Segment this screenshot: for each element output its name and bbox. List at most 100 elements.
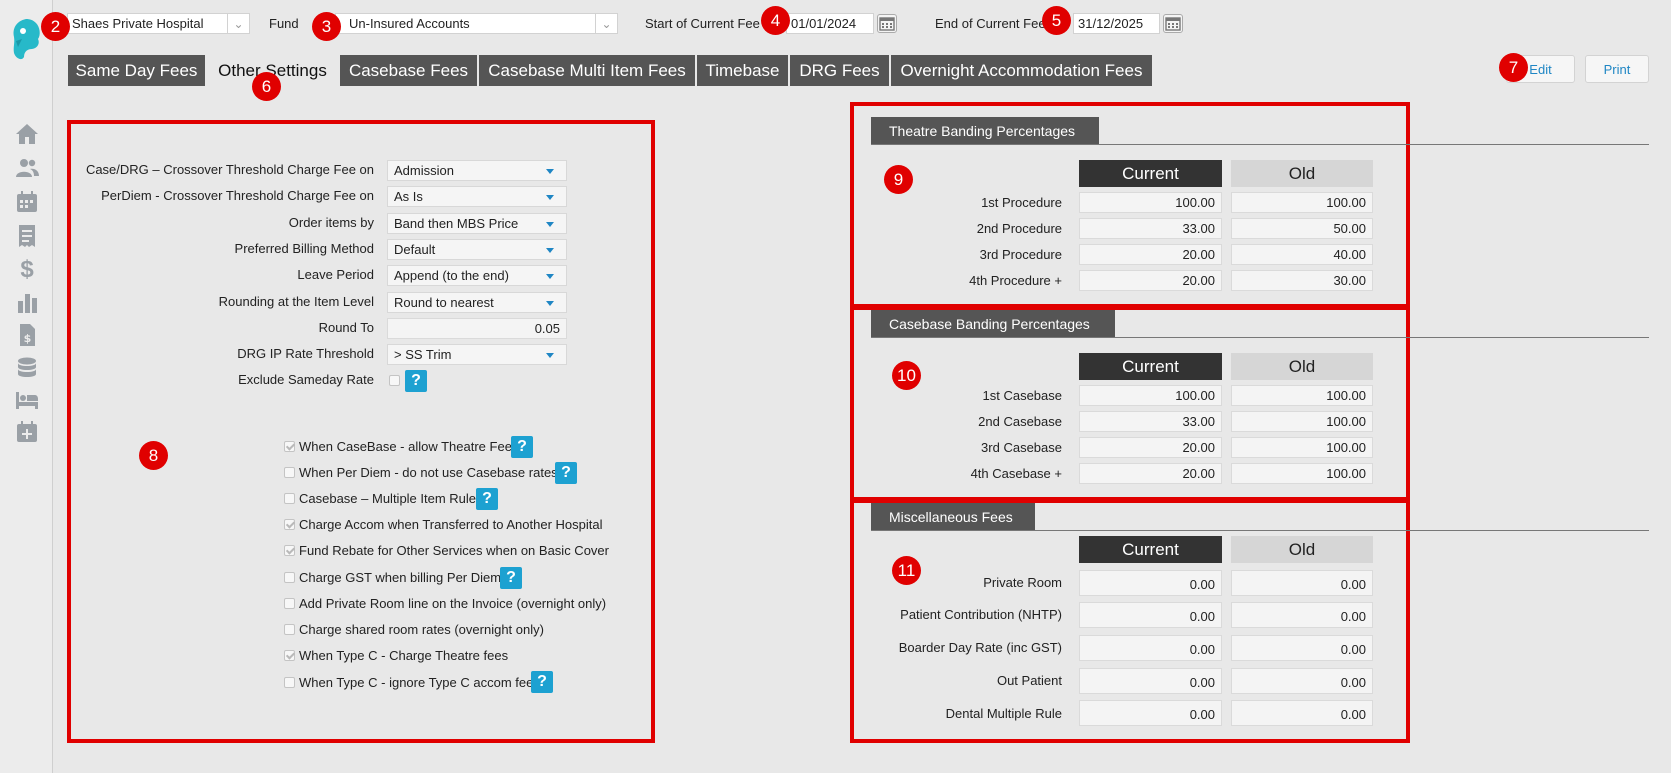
casebase-section-title: Casebase Banding Percentages: [871, 310, 1115, 337]
help-icon[interactable]: ?: [555, 462, 577, 484]
help-icon[interactable]: ?: [511, 436, 533, 458]
dollar-icon[interactable]: $: [14, 258, 40, 282]
casebase-old-input[interactable]: 100.00: [1231, 463, 1373, 484]
checkbox-perdiem-no-casebase[interactable]: [284, 467, 295, 478]
theatre-old-input[interactable]: 100.00: [1231, 192, 1373, 213]
fund-label: Fund: [269, 16, 299, 31]
annotation-badge: 8: [139, 441, 168, 470]
setting-label: Round To: [318, 320, 374, 335]
round-to-input[interactable]: 0.05: [387, 318, 567, 339]
checkbox-fund-rebate-basic[interactable]: [284, 545, 295, 556]
tab-drg-fees[interactable]: DRG Fees: [790, 55, 890, 86]
calendar-icon[interactable]: [877, 14, 897, 33]
theatre-current-input[interactable]: 100.00: [1079, 192, 1222, 213]
annotation-badge: 4: [761, 6, 790, 35]
misc-old-input[interactable]: 0.00: [1231, 668, 1373, 694]
end-fee-label: End of Current Fee: [935, 16, 1046, 31]
misc-row-label: Patient Contribution (NHTP): [900, 607, 1062, 622]
checkbox-label: Casebase – Multiple Item Rule: [299, 491, 477, 506]
fund-select[interactable]: Un-Insured Accounts ⌄: [335, 13, 618, 34]
order-items-select[interactable]: Band then MBS Price: [387, 213, 567, 234]
theatre-current-header: Current: [1079, 160, 1222, 187]
misc-old-input[interactable]: 0.00: [1231, 570, 1373, 596]
misc-old-input[interactable]: 0.00: [1231, 635, 1373, 661]
casebase-current-input[interactable]: 20.00: [1079, 463, 1222, 484]
checkbox-casebase-multiple-item[interactable]: [284, 493, 295, 504]
theatre-current-input[interactable]: 20.00: [1079, 270, 1222, 291]
help-icon[interactable]: ?: [500, 567, 522, 589]
bar-chart-icon[interactable]: [14, 290, 40, 314]
casebase-current-input[interactable]: 33.00: [1079, 411, 1222, 432]
print-button[interactable]: Print: [1585, 55, 1649, 83]
tab-casebase-fees[interactable]: Casebase Fees: [340, 55, 478, 86]
calendar-icon[interactable]: [1163, 14, 1183, 33]
tab-casebase-multi-item-fees[interactable]: Casebase Multi Item Fees: [479, 55, 696, 86]
casebase-old-input[interactable]: 100.00: [1231, 411, 1373, 432]
checkbox-label: When CaseBase - allow Theatre Fee: [299, 439, 512, 454]
misc-row-label: Private Room: [983, 575, 1062, 590]
misc-current-input[interactable]: 0.00: [1079, 570, 1222, 596]
database-icon[interactable]: [14, 356, 40, 380]
help-icon[interactable]: ?: [476, 488, 498, 510]
theatre-row-label: 3rd Procedure: [979, 247, 1062, 262]
invoice-icon[interactable]: $: [14, 323, 40, 347]
rounding-item-level-select[interactable]: Round to nearest: [387, 292, 567, 313]
tab-same-day-fees[interactable]: Same Day Fees: [68, 55, 206, 86]
end-fee-date-input[interactable]: 31/12/2025: [1073, 13, 1160, 34]
fund-select-value: Un-Insured Accounts: [349, 16, 470, 31]
misc-current-input[interactable]: 0.00: [1079, 602, 1222, 628]
theatre-current-input[interactable]: 33.00: [1079, 218, 1222, 239]
annotation-badge: 9: [884, 165, 913, 194]
calendar-add-icon[interactable]: [14, 420, 40, 444]
start-fee-date-input[interactable]: 01/01/2024: [786, 13, 874, 34]
theatre-old-input[interactable]: 30.00: [1231, 270, 1373, 291]
casebase-current-input[interactable]: 100.00: [1079, 385, 1222, 406]
hospital-select[interactable]: Shaes Private Hospital ⌄: [67, 13, 250, 34]
help-icon[interactable]: ?: [405, 370, 427, 392]
misc-old-input[interactable]: 0.00: [1231, 602, 1373, 628]
casebase-old-input[interactable]: 100.00: [1231, 437, 1373, 458]
bed-icon[interactable]: [14, 388, 40, 412]
receipt-icon[interactable]: [14, 224, 40, 248]
misc-current-input[interactable]: 0.00: [1079, 668, 1222, 694]
users-icon[interactable]: [14, 156, 40, 180]
exclude-sameday-checkbox[interactable]: [389, 375, 400, 386]
section-divider: [871, 337, 1649, 338]
checkbox-charge-gst-perdiem[interactable]: [284, 572, 295, 583]
theatre-old-input[interactable]: 50.00: [1231, 218, 1373, 239]
misc-current-input[interactable]: 0.00: [1079, 635, 1222, 661]
caret-down-icon: [546, 248, 554, 253]
theatre-old-input[interactable]: 40.00: [1231, 244, 1373, 265]
setting-label: DRG IP Rate Threshold: [237, 346, 374, 361]
misc-old-input[interactable]: 0.00: [1231, 700, 1373, 726]
checkbox-casebase-allow-theatre[interactable]: [284, 441, 295, 452]
caret-down-icon: [546, 301, 554, 306]
theatre-row-label: 1st Procedure: [981, 195, 1062, 210]
setting-label: Preferred Billing Method: [234, 241, 374, 256]
select-value: Round to nearest: [394, 295, 494, 310]
leave-period-select[interactable]: Append (to the end): [387, 265, 567, 286]
casebase-row-label: 1st Casebase: [982, 388, 1063, 403]
billing-method-select[interactable]: Default: [387, 239, 567, 260]
tab-timebase[interactable]: Timebase: [697, 55, 789, 86]
misc-current-input[interactable]: 0.00: [1079, 700, 1222, 726]
drg-ip-threshold-select[interactable]: > SS Trim: [387, 344, 567, 365]
calendar-icon[interactable]: [14, 190, 40, 214]
checkbox-typec-ignore-accom[interactable]: [284, 677, 295, 688]
crossover-case-drg-select[interactable]: Admission: [387, 160, 567, 181]
home-icon[interactable]: [14, 122, 40, 146]
sidebar: $ $: [0, 0, 53, 773]
checkbox-charge-accom-transfer[interactable]: [284, 519, 295, 530]
setting-label: Exclude Sameday Rate: [238, 372, 374, 387]
checkbox-label: Charge GST when billing Per Diem: [299, 570, 502, 585]
casebase-current-input[interactable]: 20.00: [1079, 437, 1222, 458]
checkbox-typec-theatre[interactable]: [284, 650, 295, 661]
casebase-old-input[interactable]: 100.00: [1231, 385, 1373, 406]
tab-overnight-accommodation-fees[interactable]: Overnight Accommodation Fees: [891, 55, 1153, 86]
checkbox-label: Charge shared room rates (overnight only…: [299, 622, 544, 637]
crossover-perdiem-select[interactable]: As Is: [387, 186, 567, 207]
help-icon[interactable]: ?: [531, 671, 553, 693]
theatre-current-input[interactable]: 20.00: [1079, 244, 1222, 265]
checkbox-private-room-line[interactable]: [284, 598, 295, 609]
checkbox-shared-room-rates[interactable]: [284, 624, 295, 635]
